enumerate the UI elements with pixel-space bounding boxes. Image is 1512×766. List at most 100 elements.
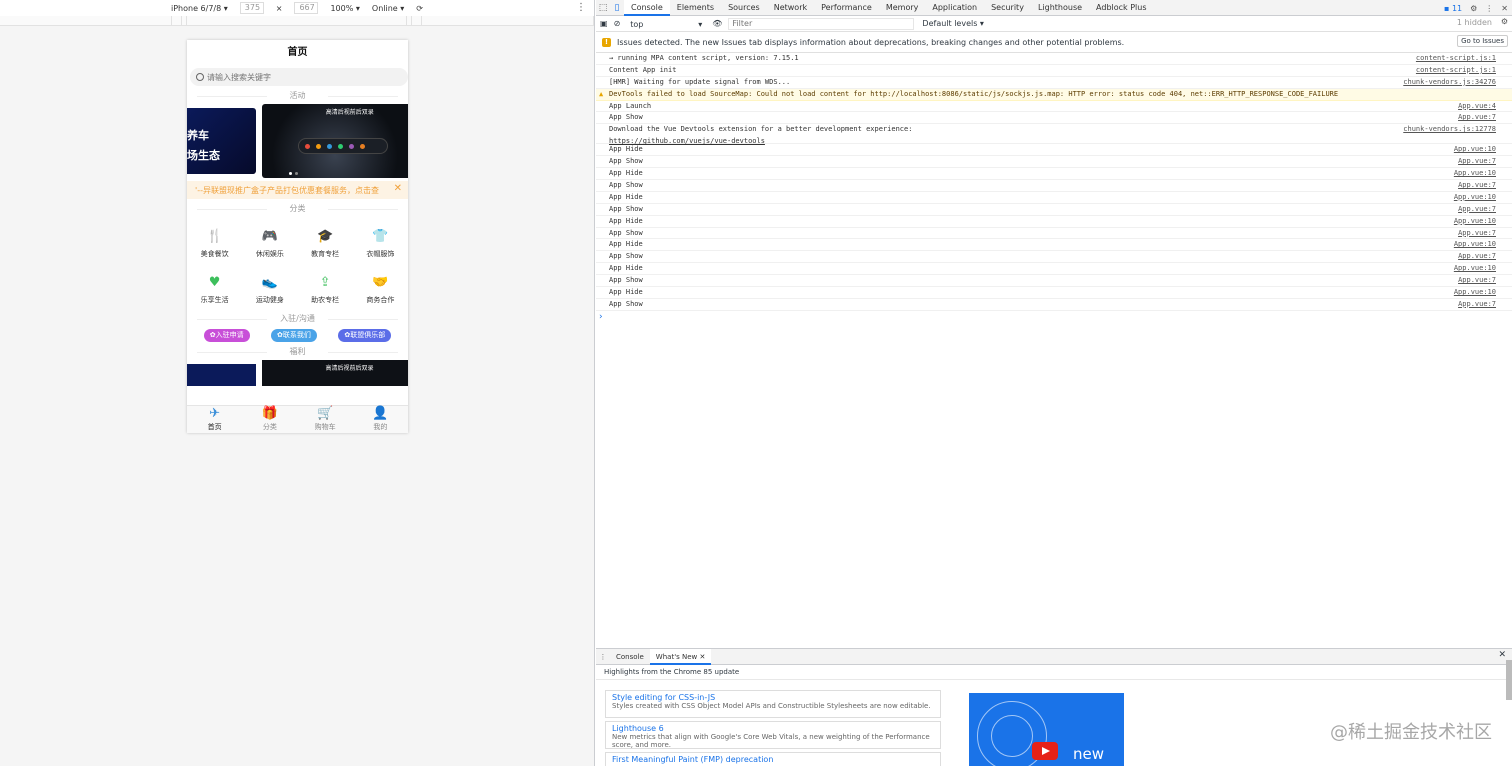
zoom-select[interactable]: 100% ▾: [330, 4, 359, 13]
source-link[interactable]: App.vue:10: [1454, 263, 1496, 275]
tab-2[interactable]: 🛒 购物车: [298, 406, 353, 433]
source-link[interactable]: App.vue:7: [1458, 180, 1496, 192]
page-title: 首页: [287, 47, 308, 58]
issues-banner: ! Issues detected. The new Issues tab di…: [596, 32, 1512, 53]
close-tab-icon[interactable]: ✕: [700, 653, 706, 661]
source-link[interactable]: content-script.js:1: [1416, 65, 1496, 77]
source-link[interactable]: App.vue:7: [1458, 251, 1496, 263]
source-link[interactable]: App.vue:10: [1454, 144, 1496, 156]
category-item[interactable]: 👟 运动健身: [242, 267, 297, 313]
welfare-slide-prev[interactable]: [187, 364, 256, 386]
devtools-tab-network[interactable]: Network: [767, 0, 814, 16]
log-levels-select[interactable]: Default levels ▾: [922, 19, 984, 28]
search-bar[interactable]: [190, 68, 408, 86]
whats-new-video-thumbnail[interactable]: new: [969, 693, 1124, 766]
notice-bar[interactable]: '--异联盟现推广盒子产品打包优惠套餐服务，点击查 ✕: [187, 181, 408, 199]
more-options-icon[interactable]: ⋮: [576, 2, 586, 13]
source-link[interactable]: App.vue:4: [1458, 101, 1496, 113]
console-filter-input[interactable]: [728, 17, 915, 30]
devtools-tab-adblock-plus[interactable]: Adblock Plus: [1089, 0, 1153, 16]
devtools-tab-memory[interactable]: Memory: [879, 0, 926, 16]
devtools-tab-elements[interactable]: Elements: [670, 0, 721, 16]
device-select[interactable]: iPhone 6/7/8 ▾: [171, 4, 228, 13]
source-link[interactable]: App.vue:7: [1458, 156, 1496, 168]
close-devtools-icon[interactable]: ✕: [1501, 4, 1508, 13]
devtools-tab-console[interactable]: Console: [624, 0, 670, 16]
devtools-tab-lighthouse[interactable]: Lighthouse: [1031, 0, 1089, 16]
drawer-scrollbar[interactable]: [1506, 660, 1512, 700]
drawer-tab-whats-new[interactable]: What's New ✕: [649, 648, 712, 665]
live-expression-icon[interactable]: 👁: [712, 19, 722, 28]
source-link[interactable]: App.vue:10: [1454, 239, 1496, 251]
source-link[interactable]: chunk-vendors.js:34276: [1403, 77, 1496, 89]
inspect-element-icon[interactable]: ⬚: [596, 3, 610, 13]
tab-3[interactable]: 👤 我的: [353, 406, 408, 433]
tab-0[interactable]: ✈ 首页: [187, 406, 242, 433]
category-item[interactable]: 🎓 教育专栏: [298, 221, 353, 267]
tab-1[interactable]: 🎁 分类: [242, 406, 297, 433]
category-item[interactable]: 👕 衣帽服饰: [353, 221, 408, 267]
more-options-icon[interactable]: ⋮: [1485, 4, 1493, 13]
category-item[interactable]: 🎮 休闲娱乐: [242, 221, 297, 267]
drawer-tab-console[interactable]: Console: [610, 649, 650, 665]
network-select[interactable]: Online ▾: [372, 4, 404, 13]
drawer-menu-icon[interactable]: ⋮: [596, 653, 610, 661]
source-link[interactable]: App.vue:10: [1454, 192, 1496, 204]
action-button[interactable]: ✿联盟俱乐部: [338, 329, 392, 342]
close-drawer-icon[interactable]: ✕: [1498, 650, 1506, 660]
category-label: 助农专栏: [311, 296, 340, 304]
devtools-tab-sources[interactable]: Sources: [721, 0, 767, 16]
device-toggle-icon[interactable]: ▯: [610, 3, 624, 13]
source-link[interactable]: App.vue:10: [1454, 287, 1496, 299]
console-prompt[interactable]: ›: [596, 311, 1512, 323]
media-query-ruler[interactable]: [0, 16, 594, 26]
console-message: App Hide App.vue:10: [596, 192, 1512, 204]
carousel-indicators[interactable]: [288, 172, 298, 175]
source-link[interactable]: chunk-vendors.js:12778: [1403, 124, 1496, 136]
source-link[interactable]: App.vue:10: [1454, 168, 1496, 180]
welfare-slide-current[interactable]: 高清后视前后双录: [261, 360, 408, 386]
source-link[interactable]: App.vue:10: [1454, 216, 1496, 228]
source-link[interactable]: App.vue:7: [1458, 299, 1496, 311]
source-link[interactable]: App.vue:7: [1458, 228, 1496, 240]
hidden-count: 1 hidden: [1456, 18, 1492, 27]
welfare-carousel[interactable]: 高清后视前后双录: [187, 360, 408, 386]
category-item[interactable]: 🍴 美食餐饮: [187, 221, 242, 267]
whats-new-card[interactable]: Lighthouse 6 New metrics that align with …: [605, 721, 941, 749]
carousel-slide-current[interactable]: 高清后视前后双录: [261, 104, 408, 178]
context-select[interactable]: top ▾: [626, 18, 706, 30]
source-link[interactable]: App.vue:7: [1458, 112, 1496, 124]
devtools-tab-security[interactable]: Security: [984, 0, 1031, 16]
source-link[interactable]: App.vue:7: [1458, 275, 1496, 287]
context-value: top: [630, 19, 644, 29]
activity-carousel[interactable]: 养车 场生态 高清后视前后双录: [187, 104, 408, 178]
sidebar-toggle-icon[interactable]: ▣: [600, 19, 608, 28]
action-button[interactable]: ✿联系我们: [271, 329, 317, 342]
settings-gear-icon[interactable]: ⚙: [1470, 4, 1477, 13]
search-input[interactable]: [207, 72, 387, 82]
action-button[interactable]: ✿入驻申请: [203, 329, 250, 342]
console-settings-gear-icon[interactable]: ⚙: [1501, 17, 1508, 26]
card-title[interactable]: First Meaningful Paint (FMP) deprecation: [612, 755, 934, 764]
card-title[interactable]: Lighthouse 6: [612, 724, 934, 733]
source-link[interactable]: App.vue:7: [1458, 204, 1496, 216]
issues-badge[interactable]: ▪ 11: [1444, 4, 1462, 13]
go-to-issues-button[interactable]: Go to Issues: [1457, 35, 1508, 47]
category-item[interactable]: ♥ 乐享生活: [187, 267, 242, 313]
category-item[interactable]: 🤝 商务合作: [353, 267, 408, 313]
carousel-slide-prev[interactable]: 养车 场生态: [187, 108, 256, 174]
devtools-tab-application[interactable]: Application: [925, 0, 984, 16]
width-input[interactable]: 375: [239, 2, 264, 14]
close-icon[interactable]: ✕: [394, 183, 402, 194]
clear-console-icon[interactable]: ⊘: [614, 19, 621, 28]
card-title[interactable]: Style editing for CSS-in-JS: [612, 693, 934, 702]
height-input[interactable]: 667: [294, 2, 319, 14]
whats-new-card[interactable]: First Meaningful Paint (FMP) deprecation: [605, 752, 941, 766]
rotate-icon[interactable]: ⟳: [416, 4, 423, 13]
source-link[interactable]: content-script.js:1: [1416, 53, 1496, 65]
youtube-play-icon[interactable]: [1032, 742, 1058, 760]
phone-viewport: 首页 活动 养车 场生态 高清后视前后双录 '--异联盟现推广盒子产品打包优惠套…: [187, 40, 408, 433]
whats-new-card[interactable]: Style editing for CSS-in-JS Styles create…: [605, 690, 941, 718]
devtools-tab-performance[interactable]: Performance: [814, 0, 879, 16]
category-item[interactable]: ⇪ 助农专栏: [298, 267, 353, 313]
